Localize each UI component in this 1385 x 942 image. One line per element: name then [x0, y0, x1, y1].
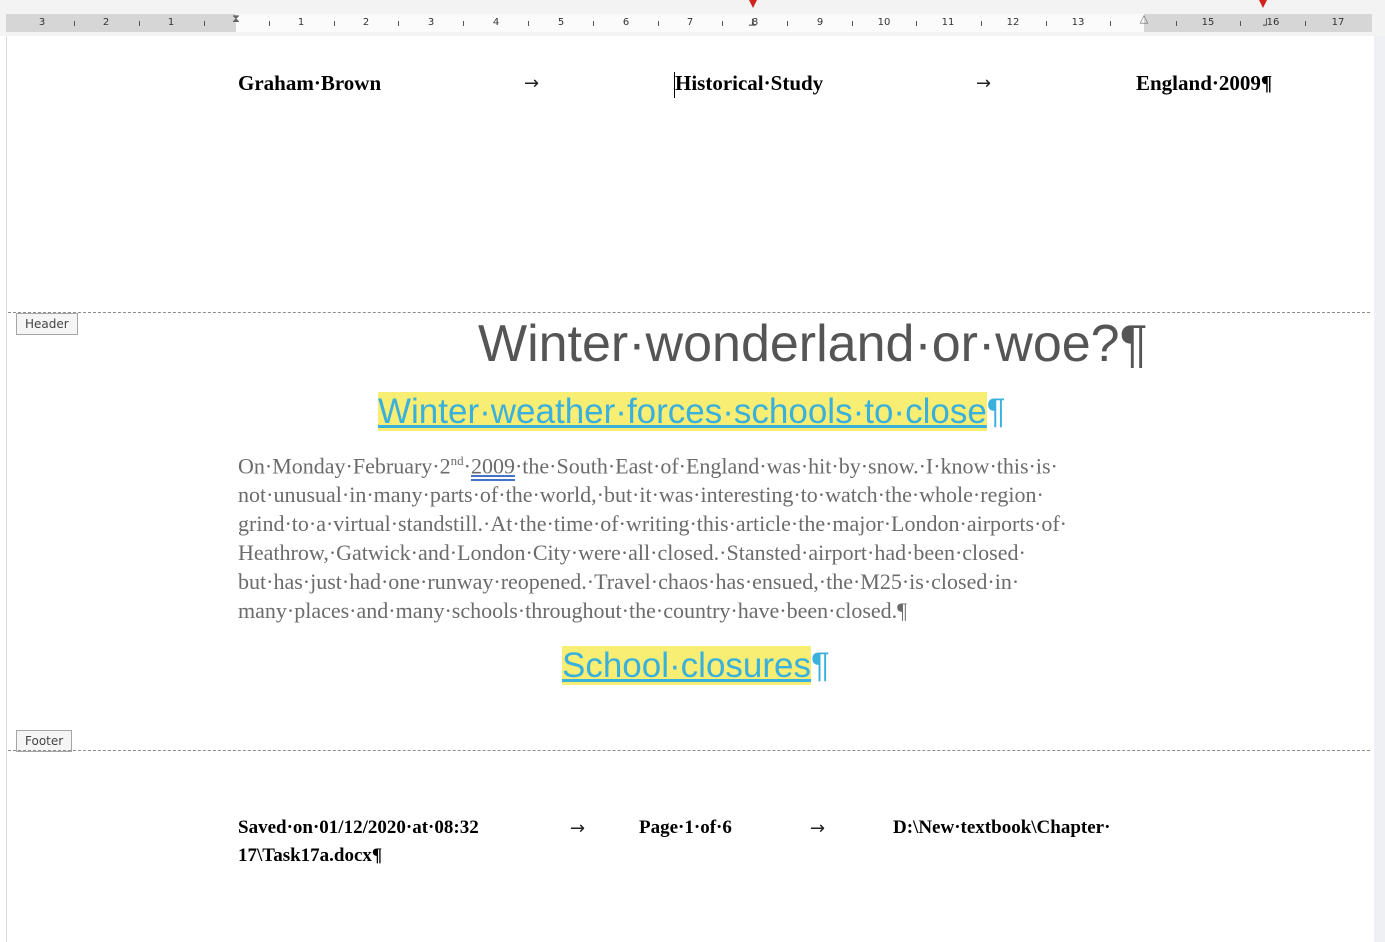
paragraph-text: ·the·South·East·of·England·was·hit·by·sn…	[514, 453, 1058, 479]
center-tab-stop-icon[interactable]: ┴	[749, 20, 756, 31]
paragraph-line: many·places·and·many·schools·throughout·…	[238, 598, 908, 624]
tab-position-marker-icon	[1259, 0, 1267, 8]
ruler-tick	[269, 21, 270, 26]
ruler-tick	[74, 21, 75, 26]
ruler-tick	[334, 21, 335, 26]
subheading-text: Winter·weather·forces·schools·to·close	[378, 392, 987, 431]
ruler-tick	[1176, 21, 1177, 26]
subheading-text: School·closures	[562, 646, 811, 685]
ruler-tick	[1305, 21, 1306, 26]
ruler-tick	[528, 21, 529, 26]
ruler-number: 10	[877, 17, 891, 28]
ruler-tick	[658, 21, 659, 26]
ruler-number: 15	[1201, 17, 1215, 28]
ruler-tick	[593, 21, 594, 26]
ruler-tick	[916, 21, 917, 26]
subheading-winter-weather[interactable]: Winter·weather·forces·schools·to·close¶	[378, 390, 1006, 434]
paragraph-line: Heathrow,·Gatwick·and·London·City·were·a…	[238, 540, 1026, 566]
ruler-number: 3	[38, 17, 46, 28]
header-study[interactable]: Historical·Study	[675, 71, 823, 96]
ruler-number: 2	[102, 17, 110, 28]
pilcrow-mark: ¶	[986, 392, 1006, 431]
tab-arrow-icon: →	[810, 818, 826, 839]
ruler-tick	[981, 21, 982, 26]
header-area-tag: Header	[16, 313, 78, 335]
paragraph-line: not·unusual·in·many·parts·of·the·world,·…	[238, 482, 1044, 508]
paragraph-line: On·Monday·February·2nd·2009·the·South·Ea…	[238, 446, 1158, 480]
header-location-year[interactable]: England·2009¶	[1136, 71, 1272, 96]
ruler-number: 12	[1006, 17, 1020, 28]
ruler-tick	[139, 21, 140, 26]
ruler-number: 7	[686, 17, 694, 28]
ruler-number: 5	[557, 17, 565, 28]
paragraph-line: but·has·just·had·one·runway·reopened.·Tr…	[238, 569, 1020, 595]
document-title[interactable]: Winter·wonderland·or·woe?¶	[478, 314, 1148, 374]
ruler-number: 2	[362, 17, 370, 28]
ruler-tick	[398, 21, 399, 26]
ruler-tick	[204, 21, 205, 26]
ruler-tick	[722, 21, 723, 26]
ruler-number: 3	[427, 17, 435, 28]
ruler-tick	[1046, 21, 1047, 26]
body-paragraph[interactable]: On·Monday·February·2nd·2009·the·South·Ea…	[238, 446, 1158, 625]
footer-saved-timestamp[interactable]: Saved·on·01/12/2020·at·08:32	[238, 817, 479, 839]
tab-position-marker-icon	[749, 0, 757, 8]
ruler-number: 9	[816, 17, 824, 28]
pilcrow-mark: ¶	[811, 646, 830, 685]
footer-file-path-continued[interactable]: 17\Task17a.docx¶	[238, 845, 382, 867]
paragraph-text: On·Monday·February·2	[238, 453, 451, 479]
ruler-number: 6	[622, 17, 630, 28]
ruler-tick	[852, 21, 853, 26]
ruler-number: 1	[297, 17, 305, 28]
ruler-number: 17	[1331, 17, 1345, 28]
footer-page-number[interactable]: Page·1·of·6	[639, 817, 732, 839]
subheading-school-closures[interactable]: School·closures¶	[562, 644, 830, 688]
ruler-tick	[1240, 21, 1241, 26]
tab-arrow-icon: →	[524, 73, 540, 94]
ruler-number: 4	[492, 17, 500, 28]
paragraph-text: ·	[463, 453, 471, 479]
footer-area-tag: Footer	[16, 730, 73, 752]
grammar-flagged-word[interactable]: 2009	[471, 453, 515, 478]
first-line-indent-marker[interactable]: ⧗	[231, 13, 241, 32]
paragraph-line: grind·to·a·virtual·standstill.·At·the·ti…	[238, 511, 1067, 537]
ordinal-suffix: nd	[450, 453, 464, 468]
ruler-number: 11	[941, 17, 955, 28]
ruler-tick	[463, 21, 464, 26]
tab-arrow-icon: →	[976, 73, 992, 94]
header-separator	[8, 312, 1370, 313]
ruler-tick	[787, 21, 788, 26]
footer-separator	[8, 750, 1370, 751]
horizontal-ruler[interactable]: 3 2 1 1 2 3 4 5 6 7 8 9 10 11 12 13 15 1…	[0, 0, 1385, 36]
ruler-number: 13	[1071, 17, 1085, 28]
ruler-number: 1	[167, 17, 175, 28]
right-indent-marker[interactable]: △	[1139, 13, 1149, 32]
page-shadow	[1374, 36, 1385, 942]
right-tab-stop-icon[interactable]: ┘	[1263, 20, 1270, 31]
footer-file-path[interactable]: D:\New·textbook\Chapter·	[893, 817, 1110, 839]
tab-arrow-icon: →	[570, 818, 586, 839]
header-author[interactable]: Graham·Brown	[238, 71, 381, 96]
ruler-tick	[1110, 21, 1111, 26]
